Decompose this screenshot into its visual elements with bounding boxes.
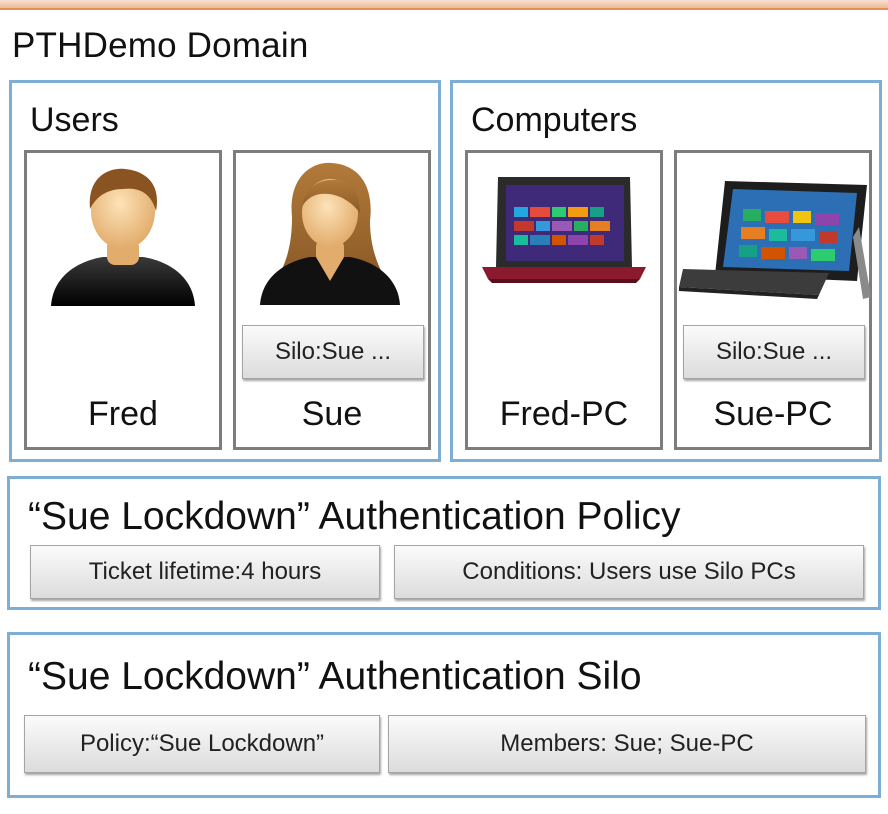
sue-silo-tag[interactable]: Silo:Sue ... (242, 325, 424, 379)
computer-card-sue-pc[interactable]: Silo:Sue ... Sue-PC (674, 150, 872, 450)
laptop-icon (482, 177, 646, 283)
domain-title: PTHDemo Domain (12, 26, 309, 65)
computer-card-fred-pc[interactable]: Fred-PC (465, 150, 663, 450)
users-group-title: Users (30, 101, 119, 139)
authentication-policy-panel: “Sue Lockdown” Authentication Policy Tic… (7, 476, 881, 610)
user-name-fred: Fred (88, 395, 158, 433)
authentication-silo-panel: “Sue Lockdown” Authentication Silo Polic… (7, 632, 881, 798)
sue-pc-silo-tag[interactable]: Silo:Sue ... (683, 325, 865, 379)
tablet-icon (679, 181, 871, 299)
female-user-icon (260, 162, 400, 305)
policy-title: “Sue Lockdown” Authentication Policy (28, 495, 681, 538)
silo-policy-chip[interactable]: Policy:“Sue Lockdown” (24, 715, 380, 773)
user-name-sue: Sue (301, 395, 363, 433)
male-user-icon (51, 168, 195, 306)
silo-members-chip[interactable]: Members: Sue; Sue-PC (388, 715, 866, 773)
conditions-chip[interactable]: Conditions: Users use Silo PCs (394, 545, 864, 599)
user-card-sue[interactable]: Silo:Sue ... Sue (233, 150, 431, 450)
top-accent-bar (0, 0, 888, 10)
computers-group-title: Computers (471, 101, 638, 139)
silo-title: “Sue Lockdown” Authentication Silo (28, 655, 642, 698)
user-card-fred[interactable]: Fred (24, 150, 222, 450)
computers-group: Computers Fred-PC Silo:Sue ... Sue-PC (450, 80, 882, 462)
computer-name-fred-pc: Fred-PC (499, 395, 629, 433)
users-group: Users Fred Silo:Sue ... Sue (9, 80, 441, 462)
computer-name-sue-pc: Sue-PC (713, 395, 833, 433)
ticket-lifetime-chip[interactable]: Ticket lifetime:4 hours (30, 545, 380, 599)
